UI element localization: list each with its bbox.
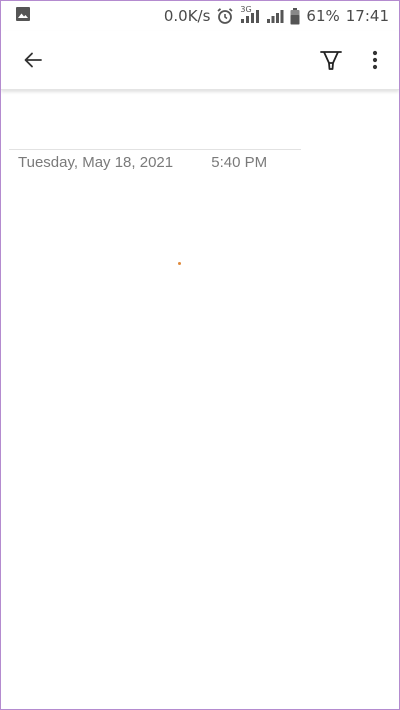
more-vert-icon: [372, 50, 378, 70]
highlighter-icon: [318, 47, 344, 73]
signal-icon: 3G: [240, 5, 260, 24]
network-type-label: 3G: [240, 5, 252, 14]
more-options-button[interactable]: [353, 38, 397, 82]
back-arrow-icon: [22, 49, 44, 71]
app-frame: 0.0K/s 3G 61% 17:41 Tuesday, May 18, 202…: [0, 0, 400, 710]
back-button[interactable]: [11, 38, 55, 82]
toolbar: [1, 31, 399, 90]
battery-level: 61%: [306, 7, 340, 25]
note-timestamp: Tuesday, May 18, 2021 5:40 PM: [18, 154, 267, 171]
note-time: 5:40 PM: [211, 154, 268, 171]
note-date: Tuesday, May 18, 2021: [18, 154, 174, 171]
clock: 17:41: [345, 7, 389, 25]
title-divider: [9, 149, 301, 150]
alarm-icon: [216, 7, 234, 25]
signal-icon: [266, 8, 284, 24]
highlighter-button[interactable]: [309, 38, 353, 82]
note-content[interactable]: Tuesday, May 18, 2021 5:40 PM: [1, 91, 399, 709]
battery-icon: [290, 7, 300, 25]
text-cursor: [178, 262, 181, 265]
gallery-icon: [15, 6, 31, 26]
network-speed: 0.0K/s: [163, 7, 211, 25]
status-bar: 0.0K/s 3G 61% 17:41: [1, 1, 399, 31]
